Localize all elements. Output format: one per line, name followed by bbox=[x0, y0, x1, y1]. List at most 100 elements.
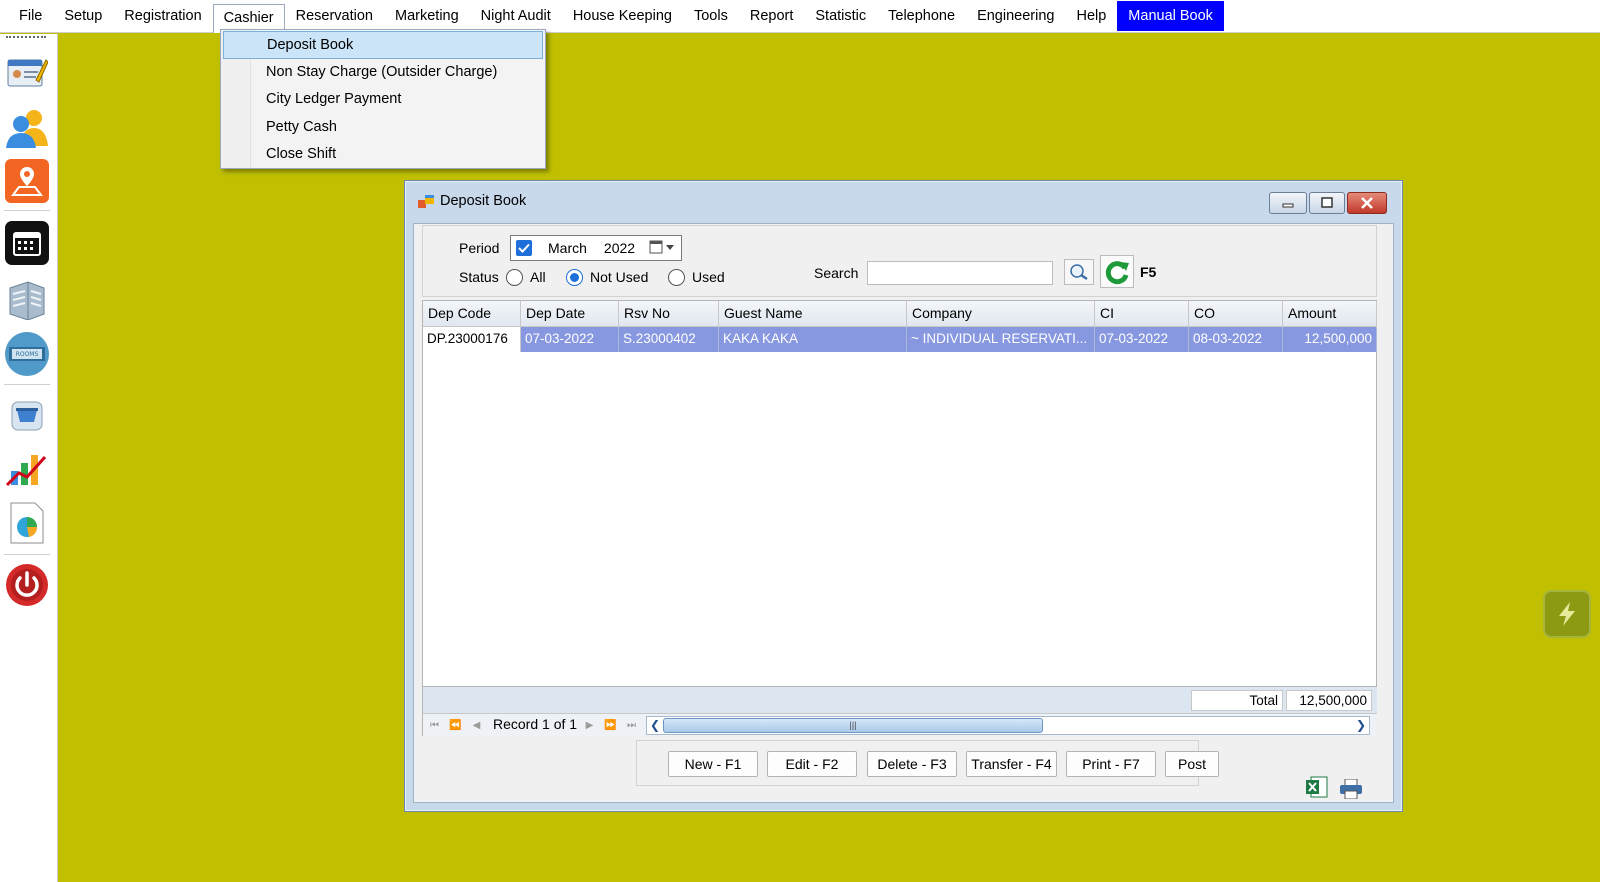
window-titlebar[interactable]: Deposit Book bbox=[405, 181, 1402, 223]
scroll-left-icon[interactable]: ❮ bbox=[647, 717, 663, 734]
total-value: 12,500,000 bbox=[1286, 690, 1372, 711]
svg-text:ROOMS: ROOMS bbox=[16, 351, 39, 358]
horizontal-scrollbar[interactable]: ❮ ||| ❯ bbox=[646, 716, 1370, 735]
column-header-rsv-no[interactable]: Rsv No bbox=[619, 301, 719, 327]
menu-item-non-stay-charge[interactable]: Non Stay Charge (Outsider Charge) bbox=[223, 59, 543, 87]
refresh-icon bbox=[1104, 258, 1130, 285]
menu-help[interactable]: Help bbox=[1065, 1, 1117, 31]
delete-button[interactable]: Delete - F3 bbox=[867, 751, 957, 777]
menu-marketing[interactable]: Marketing bbox=[384, 1, 470, 31]
floating-widget-button[interactable] bbox=[1543, 590, 1591, 638]
cart-icon[interactable] bbox=[4, 392, 50, 438]
prev-page-icon[interactable]: ⏪ bbox=[447, 718, 464, 733]
menu-reservation[interactable]: Reservation bbox=[285, 1, 384, 31]
period-month: March bbox=[548, 240, 587, 256]
menu-registration[interactable]: Registration bbox=[113, 1, 212, 31]
cell-dep-date[interactable]: 07-03-2022 bbox=[521, 327, 619, 352]
post-button[interactable]: Post bbox=[1165, 751, 1219, 777]
status-label: Status bbox=[459, 269, 499, 285]
cashier-dropdown: Deposit Book Non Stay Charge (Outsider C… bbox=[220, 29, 546, 169]
column-header-guest-name[interactable]: Guest Name bbox=[719, 301, 907, 327]
cell-ci[interactable]: 07-03-2022 bbox=[1095, 327, 1189, 352]
grid-header: Dep Code Dep Date Rsv No Guest Name Comp… bbox=[423, 301, 1377, 327]
menu-engineering[interactable]: Engineering bbox=[966, 1, 1065, 31]
edit-button[interactable]: Edit - F2 bbox=[767, 751, 857, 777]
menu-house-keeping[interactable]: House Keeping bbox=[562, 1, 683, 31]
building-icon[interactable] bbox=[4, 276, 50, 322]
calendar-dropdown-icon[interactable] bbox=[649, 240, 677, 257]
minimize-icon bbox=[1282, 203, 1294, 208]
minimize-button[interactable] bbox=[1269, 192, 1307, 214]
deposit-book-window: Deposit Book Period March 2022 Status Al… bbox=[404, 180, 1403, 812]
close-button[interactable] bbox=[1347, 192, 1387, 214]
status-not-used-label[interactable]: Not Used bbox=[590, 269, 648, 285]
deposit-grid: Dep Code Dep Date Rsv No Guest Name Comp… bbox=[422, 300, 1377, 736]
guest-card-icon[interactable] bbox=[4, 49, 50, 95]
cell-co[interactable]: 08-03-2022 bbox=[1189, 327, 1283, 352]
transfer-button[interactable]: Transfer - F4 bbox=[966, 751, 1057, 777]
rooms-available-icon[interactable]: ROOMS bbox=[4, 331, 50, 377]
window-app-icon bbox=[418, 195, 434, 208]
left-toolbar: ROOMS bbox=[0, 34, 58, 882]
menu-item-petty-cash[interactable]: Petty Cash bbox=[223, 114, 543, 142]
first-record-icon[interactable]: ⏮ bbox=[426, 718, 443, 733]
power-icon[interactable] bbox=[4, 562, 50, 608]
search-input[interactable] bbox=[867, 261, 1053, 285]
status-radio-not-used[interactable] bbox=[566, 269, 583, 286]
refresh-shortcut-label: F5 bbox=[1140, 264, 1157, 280]
scroll-thumb[interactable]: ||| bbox=[663, 718, 1043, 733]
cell-dep-code[interactable]: DP.23000176 bbox=[423, 327, 521, 352]
pie-report-icon[interactable] bbox=[4, 500, 50, 546]
search-label: Search bbox=[814, 265, 859, 281]
next-page-icon[interactable]: ⏩ bbox=[602, 718, 619, 733]
menu-night-audit[interactable]: Night Audit bbox=[470, 1, 562, 31]
scroll-right-icon[interactable]: ❯ bbox=[1353, 717, 1369, 734]
close-icon bbox=[1361, 197, 1373, 209]
period-checkbox[interactable] bbox=[516, 240, 532, 256]
cell-rsv-no[interactable]: S.23000402 bbox=[619, 327, 719, 352]
menu-report[interactable]: Report bbox=[739, 1, 805, 31]
status-used-label[interactable]: Used bbox=[692, 269, 725, 285]
status-radio-all[interactable] bbox=[506, 269, 523, 286]
new-button[interactable]: New - F1 bbox=[668, 751, 758, 777]
column-header-co[interactable]: CO bbox=[1189, 301, 1283, 327]
prev-record-icon[interactable]: ◀ bbox=[468, 718, 485, 733]
guests-icon[interactable] bbox=[4, 104, 50, 150]
status-radio-used[interactable] bbox=[668, 269, 685, 286]
menu-telephone[interactable]: Telephone bbox=[877, 1, 966, 31]
print-button[interactable]: Print - F7 bbox=[1066, 751, 1156, 777]
chart-icon[interactable] bbox=[4, 446, 50, 492]
menu-file[interactable]: File bbox=[8, 1, 53, 31]
column-header-company[interactable]: Company bbox=[907, 301, 1095, 327]
menu-item-deposit-book[interactable]: Deposit Book bbox=[223, 31, 543, 59]
column-header-dep-code[interactable]: Dep Code bbox=[423, 301, 521, 327]
menu-item-city-ledger-payment[interactable]: City Ledger Payment bbox=[223, 86, 543, 114]
table-row[interactable]: DP.23000176 07-03-2022 S.23000402 KAKA K… bbox=[423, 327, 1377, 352]
toolbar-grip bbox=[6, 36, 46, 38]
menu-statistic[interactable]: Statistic bbox=[804, 1, 877, 31]
status-all-label[interactable]: All bbox=[530, 269, 546, 285]
bolt-icon bbox=[1559, 602, 1575, 626]
search-button[interactable] bbox=[1064, 259, 1094, 285]
excel-export-icon[interactable] bbox=[1306, 776, 1328, 798]
calendar-icon[interactable] bbox=[4, 220, 50, 266]
column-header-ci[interactable]: CI bbox=[1095, 301, 1189, 327]
column-header-amount[interactable]: Amount bbox=[1283, 301, 1377, 327]
refresh-button[interactable] bbox=[1100, 255, 1134, 288]
menu-tools[interactable]: Tools bbox=[683, 1, 739, 31]
last-record-icon[interactable]: ⏭ bbox=[623, 718, 640, 733]
printer-icon[interactable] bbox=[1339, 779, 1363, 799]
menu-manual-book[interactable]: Manual Book bbox=[1117, 1, 1224, 31]
menu-setup[interactable]: Setup bbox=[53, 1, 113, 31]
period-date-picker[interactable]: March 2022 bbox=[510, 235, 682, 261]
cell-amount[interactable]: 12,500,000 bbox=[1283, 327, 1377, 352]
column-header-dep-date[interactable]: Dep Date bbox=[521, 301, 619, 327]
location-icon[interactable] bbox=[4, 158, 50, 204]
cell-company[interactable]: ~ INDIVIDUAL RESERVATI... bbox=[907, 327, 1095, 352]
cell-guest-name[interactable]: KAKA KAKA bbox=[719, 327, 907, 352]
grid-footer: Total 12,500,000 bbox=[423, 686, 1377, 713]
menu-item-close-shift[interactable]: Close Shift bbox=[223, 141, 543, 169]
maximize-icon bbox=[1321, 197, 1333, 208]
maximize-button[interactable] bbox=[1309, 192, 1345, 214]
next-record-icon[interactable]: ▶ bbox=[581, 718, 598, 733]
